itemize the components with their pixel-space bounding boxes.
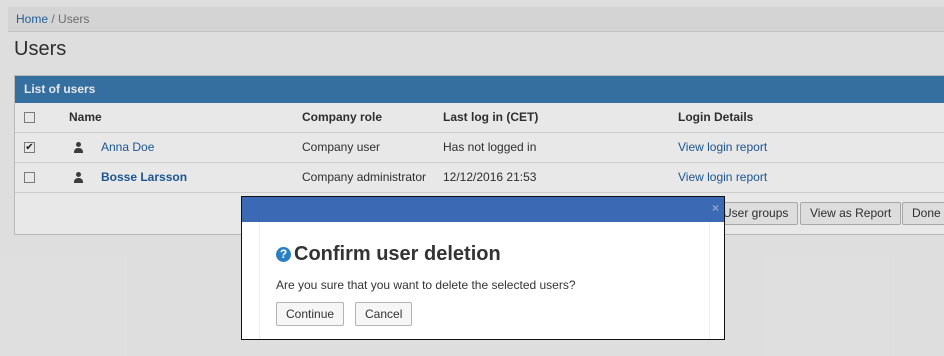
dialog-message: Are you sure that you want to delete the…: [276, 278, 576, 292]
cancel-button[interactable]: Cancel: [355, 302, 413, 326]
dialog-title: ? Confirm user deletion: [276, 242, 501, 266]
close-icon[interactable]: ×: [712, 200, 719, 216]
dialog-title-text: Confirm user deletion: [294, 243, 501, 265]
continue-button[interactable]: Continue: [276, 302, 345, 326]
confirm-delete-dialog: × ? Confirm user deletion Are you sure th…: [241, 196, 725, 340]
dialog-titlebar: ×: [242, 197, 724, 222]
dialog-body: ? Confirm user deletion Are you sure that…: [259, 222, 710, 339]
question-icon: ?: [276, 247, 291, 262]
users-page: Home / Users Users List of users Name Co…: [0, 0, 944, 356]
